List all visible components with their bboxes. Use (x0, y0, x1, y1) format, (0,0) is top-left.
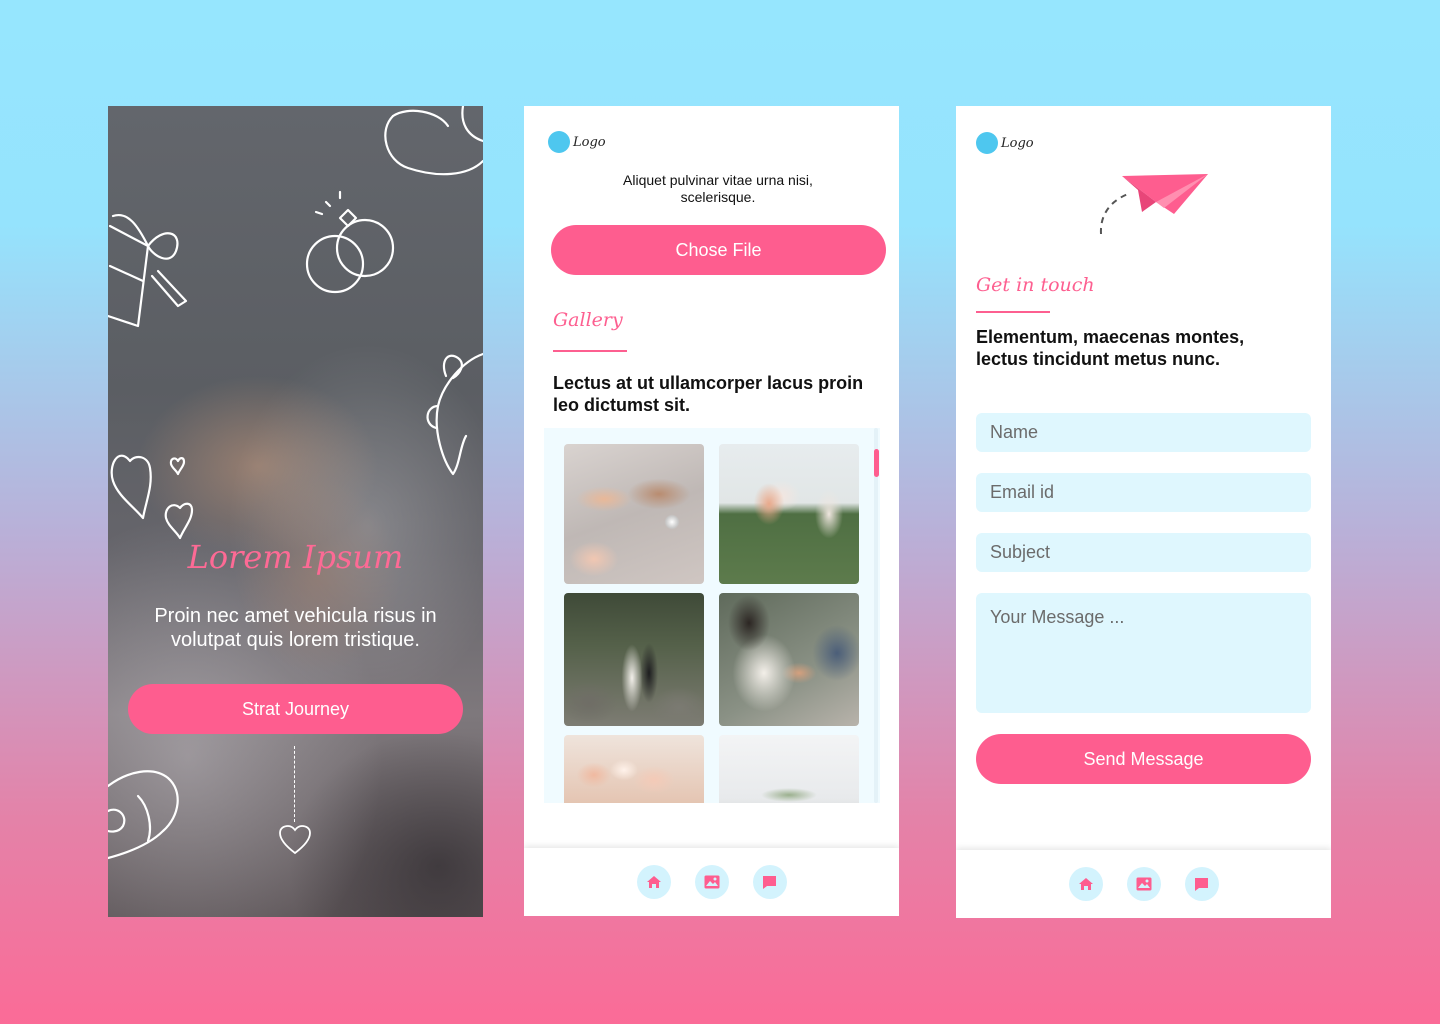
bottom-navigation (524, 848, 899, 916)
logo-circle-icon (548, 131, 570, 153)
hero-description: Proin nec amet vehicula risus in volutpa… (154, 605, 437, 651)
email-input[interactable] (976, 473, 1311, 512)
chat-icon (763, 875, 776, 889)
gallery-photo-ring-exchange[interactable] (719, 593, 859, 726)
start-journey-button[interactable]: Strat Journey (128, 684, 463, 734)
heart-icon (279, 825, 311, 855)
dashed-connector (294, 746, 295, 822)
subject-input[interactable] (976, 533, 1311, 572)
gallery-scrollbar-thumb[interactable] (874, 449, 879, 477)
gallery-heading: Lectus at ut ullamcorper lacus proin leo… (553, 373, 864, 415)
section-underline (976, 311, 1050, 313)
hero-screen: Lorem Ipsum Proin nec amet vehicula risu… (108, 106, 483, 917)
logo-circle-icon (976, 132, 998, 154)
gallery-scrollbar-track[interactable] (874, 428, 878, 803)
gallery-photo-reception-tent[interactable] (719, 735, 859, 803)
gallery-photo-couple[interactable] (564, 593, 704, 726)
image-icon (704, 875, 719, 889)
nav-chat-button[interactable] (1184, 867, 1219, 901)
paper-plane-icon (1099, 174, 1208, 235)
home-icon (1078, 878, 1093, 890)
upload-caption: Aliquet pulvinar vitae urna nisi, sceler… (623, 172, 813, 205)
gallery-screen: Logo Aliquet pulvinar vitae urna nisi, s… (524, 106, 899, 916)
home-icon (646, 876, 661, 888)
gallery-photo-table-flowers[interactable] (564, 735, 704, 803)
gallery-section-label: Gallery (553, 309, 623, 331)
bottom-navigation (956, 850, 1331, 918)
send-message-button[interactable]: Send Message (976, 734, 1311, 784)
message-textarea[interactable] (976, 593, 1311, 713)
logo-text: Logo (573, 134, 606, 150)
contact-section-label: Get in touch (976, 274, 1095, 296)
logo[interactable]: Logo (548, 131, 606, 153)
nav-gallery-button[interactable] (1126, 867, 1161, 901)
photo-gallery[interactable] (544, 428, 880, 803)
nav-chat-button[interactable] (752, 865, 787, 899)
doodle-decorations (108, 106, 483, 860)
name-input[interactable] (976, 413, 1311, 452)
choose-file-button[interactable]: Chose File (551, 225, 886, 275)
chat-icon (1195, 877, 1208, 891)
hero-title: Lorem Ipsum (187, 538, 404, 576)
section-underline (553, 350, 627, 352)
contact-heading: Elementum, maecenas montes, lectus tinci… (976, 327, 1245, 369)
nav-gallery-button[interactable] (694, 865, 729, 899)
nav-home-button[interactable] (1068, 867, 1103, 901)
contact-screen: Logo Get in touch Elementum, maecenas mo… (956, 106, 1331, 918)
gallery-photo-bouquet[interactable] (719, 444, 859, 584)
gallery-photo-hands-rings[interactable] (564, 444, 704, 584)
nav-home-button[interactable] (636, 865, 671, 899)
logo[interactable]: Logo (976, 132, 1034, 154)
image-icon (1136, 877, 1151, 891)
logo-text: Logo (1001, 135, 1034, 151)
